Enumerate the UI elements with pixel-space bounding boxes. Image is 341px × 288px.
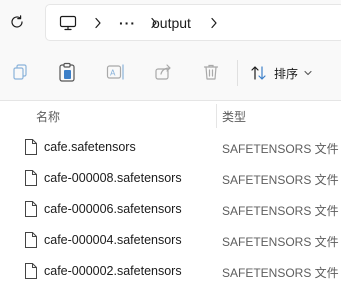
copy-icon [13,64,27,80]
refresh-icon [11,15,23,28]
delete-button[interactable] [199,60,223,84]
file-row[interactable]: cafe-000008.safetensors SAFETENSORS 文件 [0,163,341,194]
chevron-right-icon [95,17,101,28]
file-row[interactable]: cafe-000002.safetensors SAFETENSORS 文件 [0,256,341,287]
sort-button[interactable]: 排序 [250,60,312,86]
paste-button[interactable] [55,60,79,84]
file-name: cafe-000008.safetensors [44,171,182,185]
current-folder-label: output [152,14,191,31]
file-row[interactable]: cafe.safetensors SAFETENSORS 文件 [0,132,341,163]
breadcrumb-separator-3[interactable] [210,5,218,40]
rename-icon: A [106,64,124,80]
file-icon [25,263,37,279]
file-name: cafe.safetensors [44,140,136,154]
file-name: cafe-000002.safetensors [44,264,182,278]
file-row[interactable]: cafe-000004.safetensors SAFETENSORS 文件 [0,225,341,256]
file-type: SAFETENSORS 文件 [222,142,339,156]
breadcrumb-separator-1[interactable] [94,5,102,40]
file-name: cafe-000004.safetensors [44,233,182,247]
file-icon [25,139,37,155]
file-type: SAFETENSORS 文件 [222,266,339,280]
address-bar-row: ··· output [0,0,341,45]
file-row[interactable]: cafe-000006.safetensors SAFETENSORS 文件 [0,194,341,225]
file-type: SAFETENSORS 文件 [222,204,339,218]
column-header-name[interactable]: 名称 [36,108,60,125]
breadcrumb-current-folder[interactable]: output [152,5,191,40]
delete-icon [203,64,219,80]
command-bar: A 排序 [0,45,341,101]
breadcrumb-computer[interactable] [59,5,77,40]
breadcrumb-overflow[interactable]: ··· [119,5,136,40]
share-button[interactable] [151,60,175,84]
column-header: 名称 类型 [0,102,341,129]
rename-button[interactable]: A [104,60,128,84]
file-type: SAFETENSORS 文件 [222,235,339,249]
sort-label: 排序 [274,66,299,81]
copy-button[interactable] [8,60,32,84]
column-resize-handle[interactable] [216,104,217,128]
column-header-type[interactable]: 类型 [222,108,246,125]
file-type: SAFETENSORS 文件 [222,173,339,187]
file-icon [25,170,37,186]
chevron-down-icon [304,70,312,76]
file-icon [25,201,37,217]
file-explorer-window: ··· output A 排序 名称 类型 cafe.safetensors S… [0,0,341,288]
ellipsis-text: ··· [119,14,136,31]
refresh-button[interactable] [6,11,28,33]
svg-text:A: A [110,69,116,78]
sort-icon [251,66,266,80]
address-box[interactable]: ··· output [45,4,341,41]
share-icon [155,64,171,80]
computer-icon [59,15,77,30]
paste-icon [59,62,75,82]
file-icon [25,232,37,248]
file-name: cafe-000006.safetensors [44,202,182,216]
file-list: cafe.safetensors SAFETENSORS 文件 cafe-000… [0,132,341,287]
chevron-right-icon [211,17,217,28]
toolbar-divider [237,60,238,86]
